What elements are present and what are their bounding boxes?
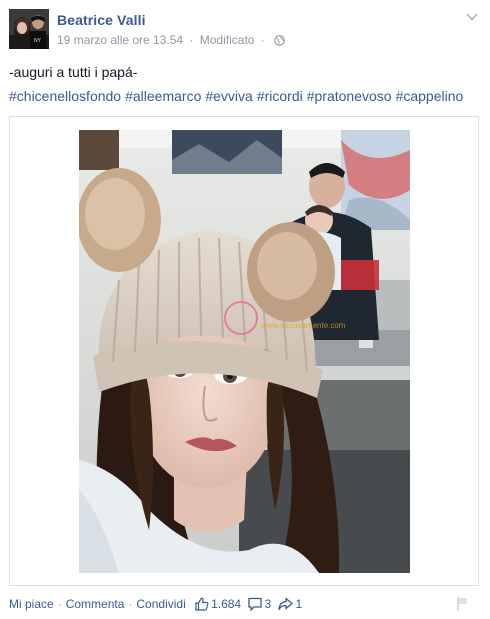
edited-label[interactable]: Modificato	[200, 33, 255, 47]
hashtags: #chicenellosfondo #alleemarco #evviva #rico…	[9, 88, 467, 104]
post-actions: Mi piace · Commenta · Condividi 1.684 3 1	[9, 597, 481, 613]
avatar-image: NY	[9, 9, 49, 49]
chevron-down-icon[interactable]	[465, 11, 479, 23]
photo-frame: www.seriosamente.com	[9, 116, 479, 586]
meta-separator: ·	[260, 33, 265, 47]
meta-separator: ·	[189, 33, 194, 47]
like-button[interactable]: Mi piace	[9, 597, 54, 611]
post-text: -auguri a tutti i papá-	[9, 64, 138, 80]
share-button[interactable]: Condividi	[136, 597, 185, 611]
globe-icon[interactable]	[274, 35, 285, 46]
post-meta: 19 marzo alle ore 13.54 · Modificato ·	[57, 33, 285, 47]
shares-count[interactable]: 1	[295, 597, 302, 611]
post-photo[interactable]: www.seriosamente.com	[79, 130, 410, 573]
hashtag-link[interactable]: #ricordi	[257, 88, 303, 104]
avatar[interactable]: NY	[9, 9, 49, 49]
action-separator: ·	[57, 597, 62, 611]
comment-bubble-icon[interactable]	[248, 597, 263, 611]
share-arrow-icon[interactable]	[278, 597, 294, 611]
action-separator: ·	[128, 597, 133, 611]
likes-count[interactable]: 1.684	[211, 597, 241, 611]
thumbs-up-icon[interactable]	[195, 597, 209, 611]
author-name[interactable]: Beatrice Valli	[57, 12, 146, 28]
hashtag-link[interactable]: #pratonevoso	[307, 88, 392, 104]
hashtag-link[interactable]: #cappelino	[396, 88, 464, 104]
comments-count[interactable]: 3	[264, 597, 271, 611]
comment-button[interactable]: Commenta	[66, 597, 125, 611]
svg-text:NY: NY	[34, 38, 42, 44]
flag-icon[interactable]	[455, 596, 471, 612]
watermark-text: www.seriosamente.com	[260, 321, 346, 330]
hashtag-link[interactable]: #chicenellosfondo	[9, 88, 121, 104]
hashtag-link[interactable]: #evviva	[205, 88, 252, 104]
post-date[interactable]: 19 marzo alle ore 13.54	[57, 33, 183, 47]
post-header: NY Beatrice Valli 19 marzo alle ore 13.5…	[9, 9, 481, 51]
hashtag-link[interactable]: #alleemarco	[125, 88, 201, 104]
selfie-image: www.seriosamente.com	[79, 130, 410, 573]
